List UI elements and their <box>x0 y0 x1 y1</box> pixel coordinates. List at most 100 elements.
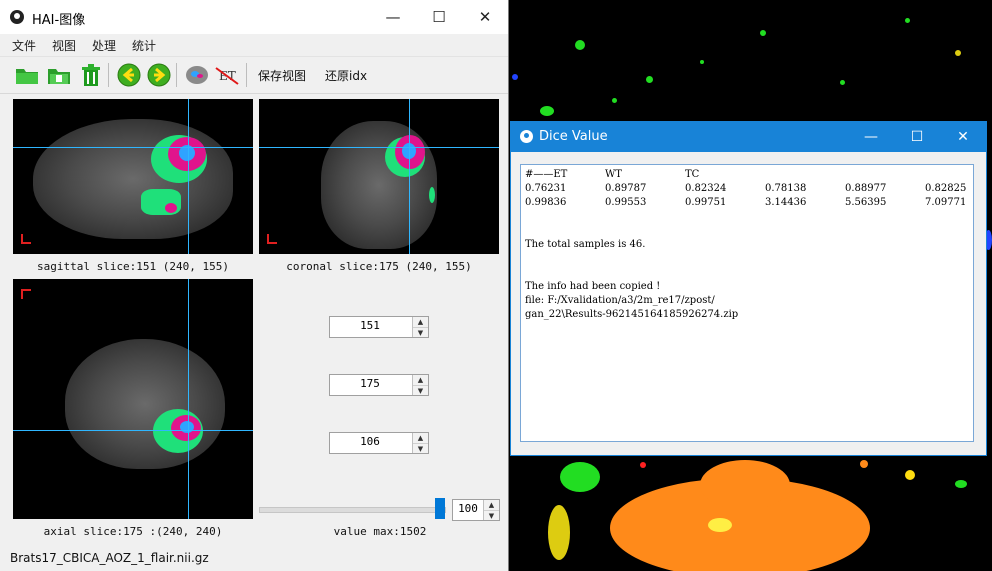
crosshair-vertical <box>409 99 410 254</box>
spinbox-value: 151 <box>360 319 380 332</box>
brain-image <box>65 339 225 469</box>
tumor-region-green <box>429 187 435 203</box>
toolbar-separator <box>246 63 247 87</box>
app-icon <box>520 130 533 143</box>
paint-splatter <box>860 460 868 468</box>
file-path-line: file: F:/Xvalidation/a3/2m_re17/zpost/ <box>525 295 715 306</box>
spin-down-icon[interactable]: ▼ <box>484 510 499 521</box>
tumor-core-blue <box>180 421 194 433</box>
header-wt: WT <box>605 169 622 180</box>
app-icon <box>10 10 24 24</box>
spin-down-icon[interactable]: ▼ <box>413 385 428 396</box>
result-cell: 0.99751 <box>685 197 727 208</box>
spin-down-icon[interactable]: ▼ <box>413 443 428 454</box>
maximize-button[interactable]: ☐ <box>894 122 940 152</box>
coronal-view[interactable] <box>259 99 499 254</box>
crosshair-horizontal <box>13 147 253 148</box>
result-cell: 5.56395 <box>845 197 887 208</box>
minimize-button[interactable]: — <box>370 0 416 34</box>
maximize-button[interactable]: ☐ <box>416 0 462 34</box>
spin-up-icon[interactable]: ▲ <box>413 317 428 327</box>
forward-arrow-icon[interactable] <box>146 62 172 88</box>
title-bar[interactable]: HAI-图像 — ☐ ✕ <box>0 0 508 34</box>
toolbar-separator <box>176 63 177 87</box>
window-title: HAI-图像 <box>32 13 86 28</box>
menu-bar: 文件 视图 处理 统计 <box>0 34 508 56</box>
result-cell: 0.88977 <box>845 183 887 194</box>
minimize-button[interactable]: — <box>848 122 894 152</box>
menu-file[interactable]: 文件 <box>12 37 36 54</box>
axial-view[interactable] <box>13 279 253 519</box>
spin-down-icon[interactable]: ▼ <box>413 327 428 338</box>
coronal-caption: coronal slice:175 (240, 155) <box>286 260 472 273</box>
close-button[interactable]: ✕ <box>462 0 508 34</box>
open-folder-icon[interactable] <box>14 62 40 88</box>
menu-statistics[interactable]: 统计 <box>132 37 156 54</box>
window-title: Dice Value <box>539 129 608 144</box>
crosshair-horizontal <box>13 430 253 431</box>
header-et: #——ET <box>525 169 568 180</box>
back-arrow-icon[interactable] <box>116 62 142 88</box>
axial-caption: axial slice:175 :(240, 240) <box>43 525 223 538</box>
toolbar-separator <box>108 63 109 87</box>
status-filename: Brats17_CBICA_AOZ_1_flair.nii.gz <box>10 551 209 565</box>
restore-idx-button[interactable]: 还原idx <box>325 67 367 84</box>
paint-splatter <box>575 40 585 50</box>
orientation-marker <box>21 289 31 299</box>
title-bar[interactable]: Dice Value — ☐ ✕ <box>511 122 986 152</box>
orientation-marker <box>267 234 277 244</box>
brain-view-icon[interactable] <box>184 62 210 88</box>
intensity-slider[interactable] <box>259 507 446 513</box>
brain-image <box>33 119 233 239</box>
sagittal-caption: sagittal slice:151 (240, 155) <box>36 260 230 273</box>
et-toggle-icon[interactable]: ET <box>214 62 240 88</box>
spinbox-value: 106 <box>360 435 380 448</box>
paint-splatter <box>905 470 915 480</box>
file-path-line: gan_22\Results-962145164185926274.zip <box>525 309 739 320</box>
result-cell: 3.14436 <box>765 197 807 208</box>
close-button[interactable]: ✕ <box>940 122 986 152</box>
tumor-region-magenta <box>165 203 177 213</box>
result-cell: 0.82825 <box>925 183 967 194</box>
sagittal-view[interactable] <box>13 99 253 254</box>
paint-splatter <box>548 505 570 560</box>
spinbox-value: 100 <box>458 502 478 515</box>
trash-icon[interactable] <box>78 62 104 88</box>
slider-handle[interactable] <box>435 498 445 519</box>
value-max-label: value max:1502 <box>333 525 427 538</box>
coronal-index-spinbox[interactable]: 175 ▲ ▼ <box>329 374 429 396</box>
paint-splatter <box>512 74 518 80</box>
menu-view[interactable]: 视图 <box>52 37 76 54</box>
toolbar: ET 保存视图 还原idx <box>0 56 508 94</box>
sagittal-index-spinbox[interactable]: 151 ▲ ▼ <box>329 316 429 338</box>
spin-up-icon[interactable]: ▲ <box>413 433 428 443</box>
paint-splatter <box>612 98 617 103</box>
paint-splatter <box>905 18 910 23</box>
paint-splatter <box>955 480 967 488</box>
axial-index-spinbox[interactable]: 106 ▲ ▼ <box>329 432 429 454</box>
spinbox-value: 175 <box>360 377 380 390</box>
save-icon[interactable] <box>46 62 72 88</box>
paint-splatter <box>708 518 732 532</box>
menu-process[interactable]: 处理 <box>92 37 116 54</box>
orientation-marker <box>21 234 31 244</box>
save-view-button[interactable]: 保存视图 <box>258 67 306 84</box>
paint-splatter <box>700 460 790 510</box>
total-samples-text: The total samples is 46. <box>525 239 646 250</box>
paint-splatter <box>640 462 646 468</box>
paint-splatter <box>840 80 845 85</box>
dice-results-textbox[interactable]: #——ET WT TC 0.76231 0.89787 0.82324 0.78… <box>520 164 974 442</box>
slider-value-spinbox[interactable]: 100 ▲ ▼ <box>452 499 500 521</box>
paint-splatter <box>646 76 653 83</box>
spin-up-icon[interactable]: ▲ <box>484 500 499 510</box>
copied-message: The info had been copied ! <box>525 281 661 292</box>
result-cell: 0.82324 <box>685 183 727 194</box>
crosshair-vertical <box>188 99 189 254</box>
spin-up-icon[interactable]: ▲ <box>413 375 428 385</box>
result-cell: 0.89787 <box>605 183 647 194</box>
header-tc: TC <box>685 169 700 180</box>
paint-splatter <box>560 462 600 492</box>
paint-splatter <box>955 50 961 56</box>
crosshair-vertical <box>188 279 189 519</box>
result-cell: 0.99836 <box>525 197 567 208</box>
